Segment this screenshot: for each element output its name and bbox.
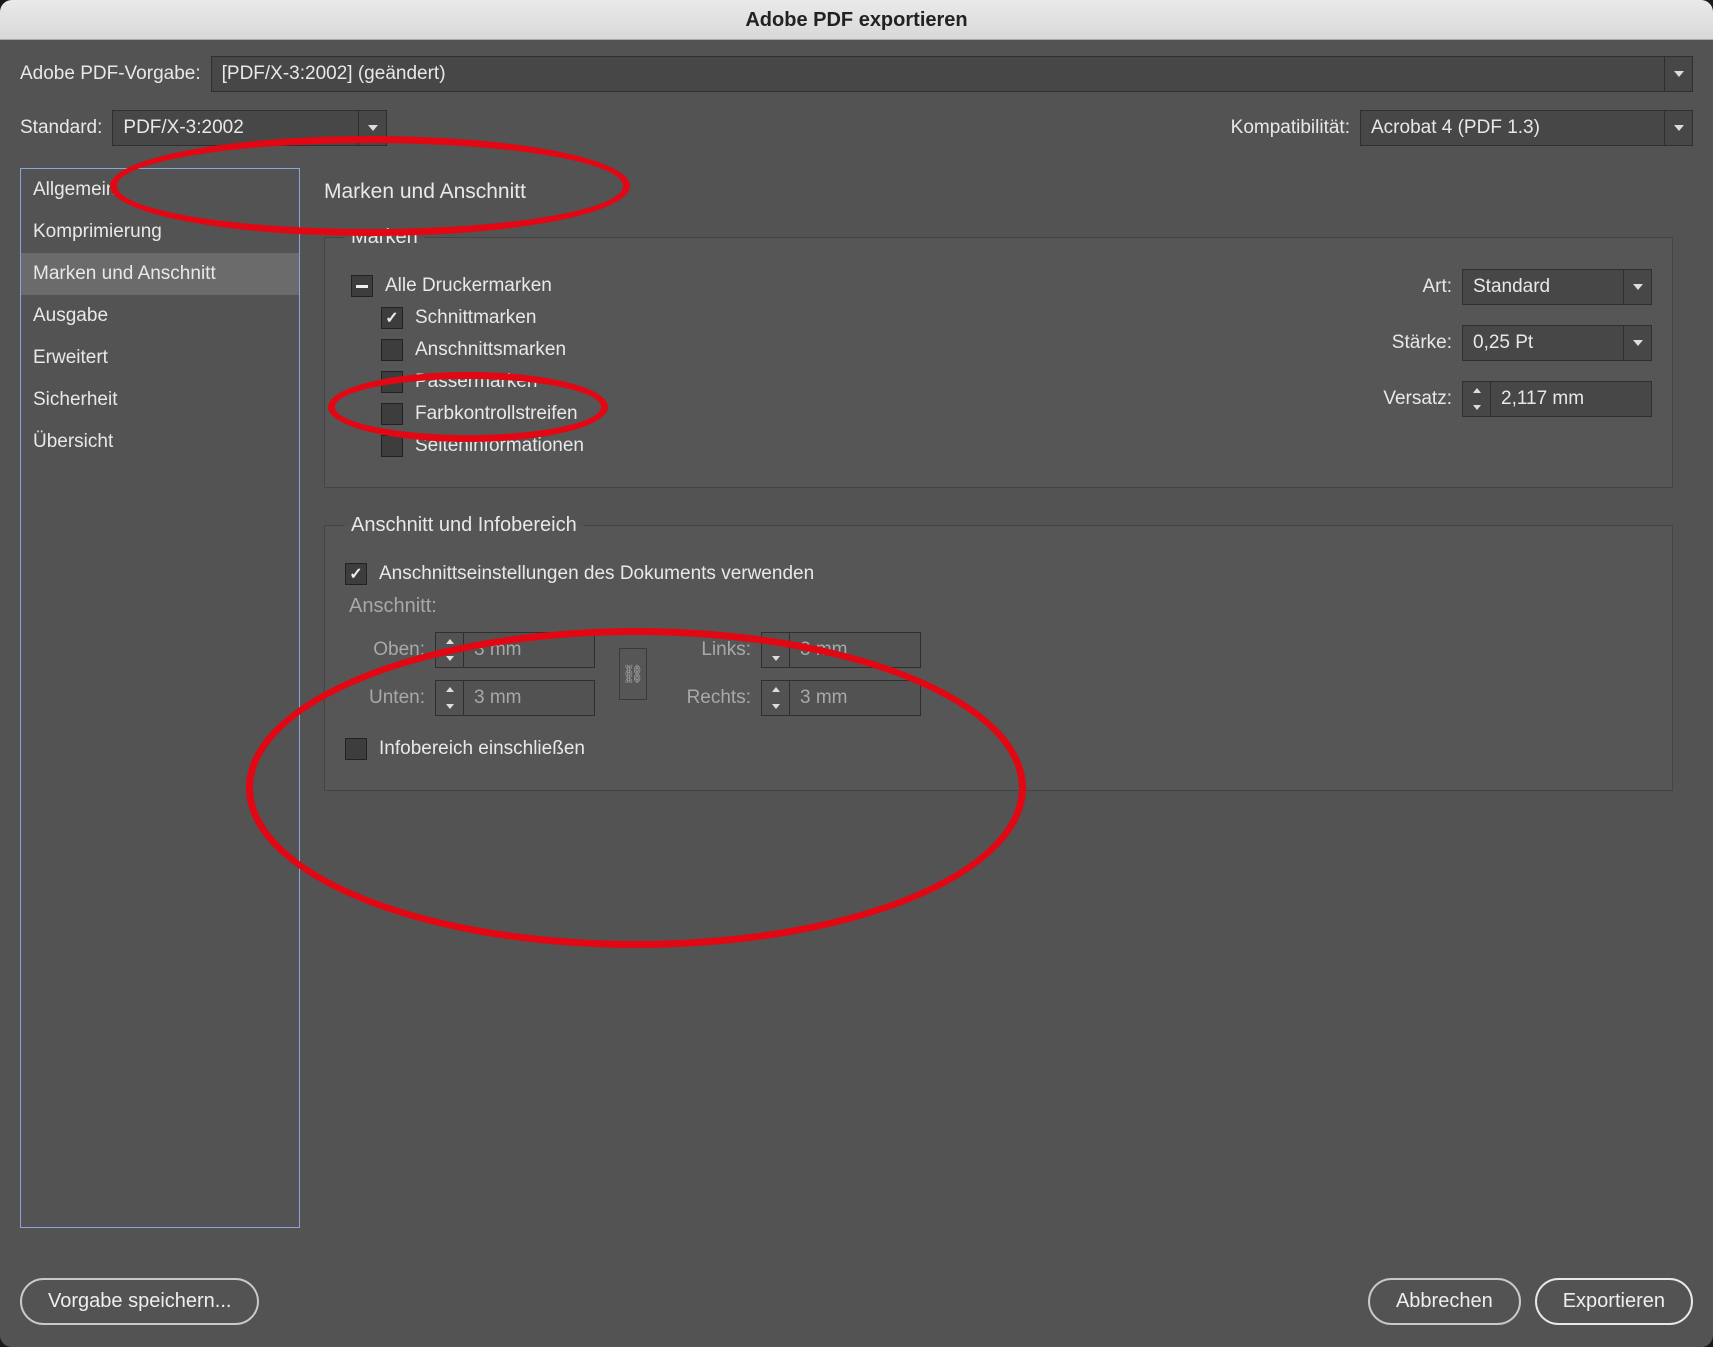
bleed-top-value: 3 mm — [464, 639, 532, 661]
bleed-marks-label: Anschnittsmarken — [415, 339, 566, 361]
bleed-sub-label: Anschnitt: — [349, 595, 1652, 618]
page-info-row: Seiteninformationen — [381, 435, 715, 457]
color-bars-label: Farbkontrollstreifen — [415, 403, 578, 425]
bleed-left-value: 3 mm — [790, 639, 858, 661]
stepper-buttons[interactable] — [1463, 382, 1491, 416]
mark-type-value: Standard — [1463, 276, 1623, 298]
standard-select[interactable]: PDF/X-3:2002 — [112, 110, 387, 146]
all-marks-row: Alle Druckermarken — [351, 275, 715, 297]
bleed-legend: Anschnitt und Infobereich — [345, 514, 583, 537]
standard-label: Standard: — [20, 117, 102, 139]
chevron-down-icon[interactable] — [358, 111, 386, 145]
marks-group: Marken Alle Druckermarken Schnittmarken — [324, 226, 1673, 488]
window-title: Adobe PDF exportieren — [0, 0, 1713, 40]
reg-marks-checkbox[interactable] — [381, 371, 403, 393]
bleed-grid: Oben: 3 mm Unten: 3 mm — [345, 632, 1652, 716]
color-bars-row: Farbkontrollstreifen — [381, 403, 715, 425]
crop-marks-checkbox[interactable] — [381, 307, 403, 329]
marks-legend: Marken — [345, 226, 424, 249]
crop-marks-row: Schnittmarken — [381, 307, 715, 329]
bleed-marks-checkbox[interactable] — [381, 339, 403, 361]
stepper-buttons — [436, 633, 464, 667]
bleed-left-label: Links: — [671, 639, 751, 661]
mark-offset-input[interactable]: 2,117 mm — [1462, 381, 1652, 417]
mark-type-label: Art: — [1352, 276, 1452, 298]
chevron-down-icon[interactable] — [1664, 111, 1692, 145]
dialog-footer: Vorgabe speichern... Abbrechen Exportier… — [20, 1278, 1693, 1325]
cancel-button[interactable]: Abbrechen — [1368, 1278, 1521, 1325]
standard-value: PDF/X-3:2002 — [113, 117, 358, 139]
bleed-right-value: 3 mm — [790, 687, 858, 709]
all-marks-checkbox[interactable] — [351, 275, 373, 297]
bleed-top-label: Oben: — [345, 639, 425, 661]
sidebar-item-summary[interactable]: Übersicht — [21, 421, 299, 463]
bleed-left-input: 3 mm — [761, 632, 921, 668]
bleed-bottom-label: Unten: — [345, 687, 425, 709]
chevron-down-icon[interactable] — [1623, 270, 1651, 304]
mark-offset-label: Versatz: — [1352, 388, 1452, 410]
include-slug-label: Infobereich einschließen — [379, 738, 585, 760]
include-slug-row: Infobereich einschließen — [345, 738, 1652, 760]
mark-weight-select[interactable]: 0,25 Pt — [1462, 325, 1652, 361]
stepper-buttons — [762, 633, 790, 667]
use-doc-bleed-label: Anschnittseinstellungen des Dokuments ve… — [379, 563, 814, 585]
use-doc-bleed-row: Anschnittseinstellungen des Dokuments ve… — [345, 563, 1652, 585]
include-slug-checkbox[interactable] — [345, 738, 367, 760]
chevron-down-icon[interactable] — [1664, 57, 1692, 91]
sidebar-item-advanced[interactable]: Erweitert — [21, 337, 299, 379]
main-area: Allgemein Komprimierung Marken und Ansch… — [20, 168, 1693, 1228]
export-button[interactable]: Exportieren — [1535, 1278, 1693, 1325]
bleed-bottom-input: 3 mm — [435, 680, 595, 716]
bleed-right-label: Rechts: — [671, 687, 751, 709]
chevron-down-icon[interactable] — [1623, 326, 1651, 360]
mark-offset-value: 2,117 mm — [1491, 388, 1594, 410]
bleed-bottom-value: 3 mm — [464, 687, 532, 709]
link-icon: ⛓ — [619, 648, 647, 700]
preset-row: Adobe PDF-Vorgabe: [PDF/X-3:2002] (geänd… — [20, 56, 1693, 92]
bleed-right-input: 3 mm — [761, 680, 921, 716]
sidebar-item-output[interactable]: Ausgabe — [21, 295, 299, 337]
preset-label: Adobe PDF-Vorgabe: — [20, 63, 201, 85]
compat-select[interactable]: Acrobat 4 (PDF 1.3) — [1360, 110, 1693, 146]
reg-marks-label: Passermarken — [415, 371, 538, 393]
color-bars-checkbox[interactable] — [381, 403, 403, 425]
sidebar-item-general[interactable]: Allgemein — [21, 169, 299, 211]
stepper-buttons — [762, 681, 790, 715]
page-info-checkbox[interactable] — [381, 435, 403, 457]
sidebar: Allgemein Komprimierung Marken und Ansch… — [20, 168, 300, 1228]
stepper-buttons — [436, 681, 464, 715]
mark-weight-label: Stärke: — [1352, 332, 1452, 354]
dialog-content: Adobe PDF-Vorgabe: [PDF/X-3:2002] (geänd… — [0, 40, 1713, 1347]
preset-value: [PDF/X-3:2002] (geändert) — [212, 63, 1664, 85]
compat-value: Acrobat 4 (PDF 1.3) — [1361, 117, 1664, 139]
use-doc-bleed-checkbox[interactable] — [345, 563, 367, 585]
bleed-group: Anschnitt und Infobereich Anschnittseins… — [324, 514, 1673, 791]
panel: Marken und Anschnitt Marken Alle Drucker… — [300, 168, 1693, 1228]
bleed-marks-row: Anschnittsmarken — [381, 339, 715, 361]
sidebar-item-security[interactable]: Sicherheit — [21, 379, 299, 421]
compat-label: Kompatibilität: — [1231, 117, 1350, 139]
page-info-label: Seiteninformationen — [415, 435, 584, 457]
preset-select[interactable]: [PDF/X-3:2002] (geändert) — [211, 56, 1693, 92]
bleed-top-input: 3 mm — [435, 632, 595, 668]
crop-marks-label: Schnittmarken — [415, 307, 536, 329]
mark-weight-value: 0,25 Pt — [1463, 332, 1623, 354]
all-marks-label: Alle Druckermarken — [385, 275, 552, 297]
save-preset-button[interactable]: Vorgabe speichern... — [20, 1278, 259, 1325]
standard-compat-row: Standard: PDF/X-3:2002 Kompatibilität: A… — [20, 110, 1693, 146]
dialog-window: Adobe PDF exportieren Adobe PDF-Vorgabe:… — [0, 0, 1713, 1347]
sidebar-item-compression[interactable]: Komprimierung — [21, 211, 299, 253]
panel-title: Marken und Anschnitt — [324, 180, 1673, 204]
reg-marks-row: Passermarken — [381, 371, 715, 393]
sidebar-item-marks-bleed[interactable]: Marken und Anschnitt — [21, 253, 299, 295]
mark-type-select[interactable]: Standard — [1462, 269, 1652, 305]
